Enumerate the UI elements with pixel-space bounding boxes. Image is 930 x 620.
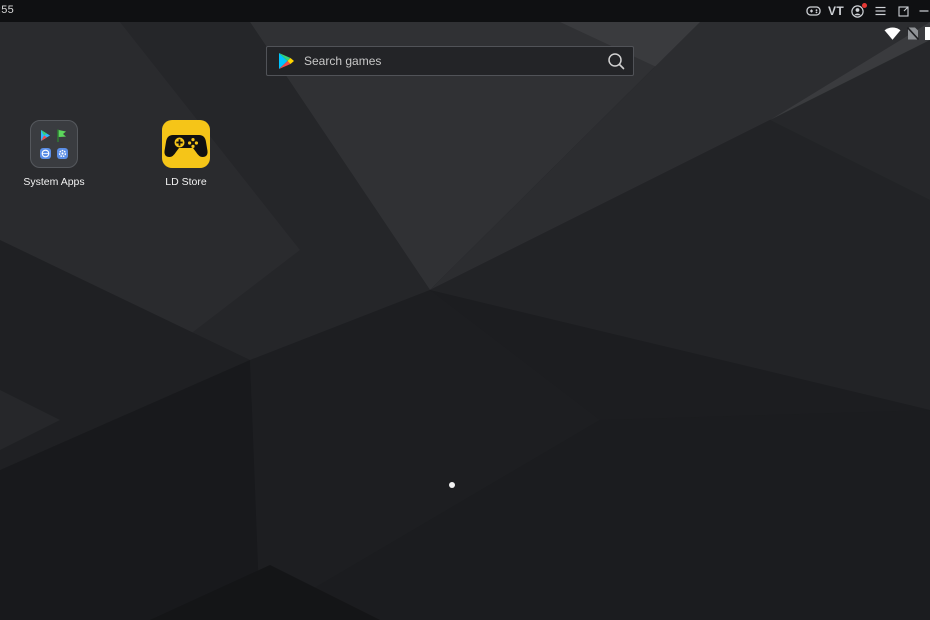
page-indicator-dot: [449, 482, 455, 488]
account-icon[interactable]: [850, 3, 867, 19]
wallpaper: [0, 0, 930, 620]
play-store-icon: [279, 53, 294, 69]
emulator-screen: :55 VT: [0, 0, 930, 620]
app-system-apps[interactable]: System Apps: [9, 120, 99, 188]
notification-dot: [862, 3, 867, 8]
app-label: LD Store: [165, 176, 207, 188]
wifi-icon: [884, 27, 901, 45]
window-icon[interactable]: [896, 3, 910, 19]
title-bar: :55 VT: [0, 0, 930, 22]
minimize-icon[interactable]: [917, 3, 930, 19]
search-input[interactable]: [304, 54, 607, 68]
menu-icon[interactable]: [873, 3, 887, 19]
app-ld-store[interactable]: LD Store: [141, 120, 231, 188]
vt-indicator[interactable]: VT: [827, 3, 845, 19]
battery-icon: [925, 27, 930, 40]
system-apps-folder-icon: [30, 120, 78, 168]
controller-icon: [164, 135, 208, 157]
search-icon[interactable]: [607, 52, 625, 70]
no-sim-icon: [906, 26, 920, 45]
ld-store-icon: [162, 120, 210, 168]
search-bar[interactable]: [266, 46, 634, 76]
app-label: System Apps: [23, 176, 85, 188]
gamepad-icon[interactable]: [805, 3, 821, 19]
system-apps-grid-icon: [40, 129, 68, 159]
clock-time: :55: [0, 4, 14, 16]
